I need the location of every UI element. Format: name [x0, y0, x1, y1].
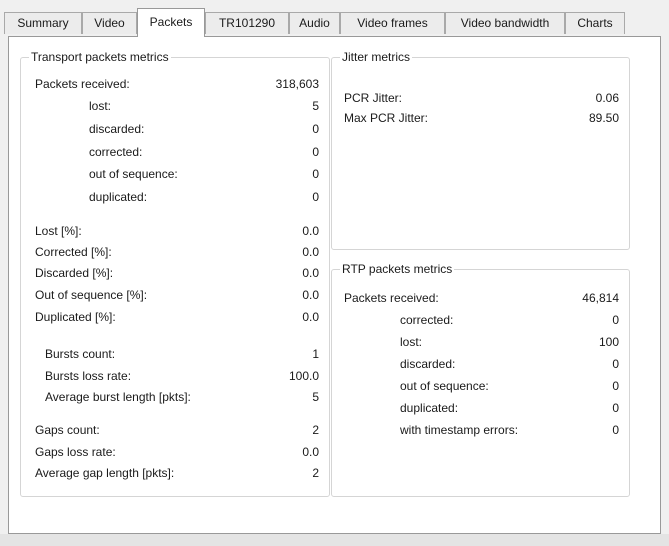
bottom-strip [0, 534, 669, 546]
duplicated-value: 0 [312, 190, 319, 204]
rtp-duplicated-value: 0 [612, 401, 619, 415]
rtp-packets-received-label: Packets received: [344, 291, 439, 305]
average-burst-length-label: Average burst length [pkts]: [45, 390, 191, 404]
duplicated-percent-label: Duplicated [%]: [35, 310, 116, 324]
pcr-jitter-label: PCR Jitter: [344, 91, 403, 105]
lost-value: 5 [312, 99, 319, 113]
tab-packets[interactable]: Packets [137, 8, 205, 37]
rtp-discarded-label: discarded: [400, 357, 456, 371]
rtp-timestamp-errors-label: with timestamp errors: [400, 423, 519, 437]
pcr-jitter-value: 0.06 [595, 91, 619, 105]
corrected-percent-label: Corrected [%]: [35, 245, 112, 259]
lost-percent-label: Lost [%]: [35, 224, 82, 238]
corrected-label: corrected: [89, 145, 143, 159]
jitter-metrics-group: Jitter metrics PCR Jitter: 0.06 Max PCR … [331, 50, 630, 250]
rtp-lost-value: 100 [598, 335, 619, 349]
average-burst-length-value: 5 [312, 390, 319, 404]
corrected-value: 0 [312, 145, 319, 159]
bursts-count-value: 1 [312, 347, 319, 361]
gaps-count-value: 2 [312, 423, 319, 437]
rtp-duplicated-label: duplicated: [400, 401, 459, 415]
tab-video-bandwidth[interactable]: Video bandwidth [445, 12, 565, 34]
rtp-metrics-group: RTP packets metrics Packets received: 46… [331, 262, 630, 497]
jitter-metrics-title: Jitter metrics [340, 50, 413, 65]
transport-metrics-title: Transport packets metrics [29, 50, 171, 65]
discarded-value: 0 [312, 122, 319, 136]
discarded-percent-value: 0.0 [302, 266, 319, 280]
rtp-discarded-value: 0 [612, 357, 619, 371]
duplicated-label: duplicated: [89, 190, 148, 204]
packets-received-value: 318,603 [275, 77, 319, 91]
rtp-out-of-sequence-label: out of sequence: [400, 379, 489, 393]
tab-audio[interactable]: Audio [289, 12, 340, 34]
gaps-loss-rate-label: Gaps loss rate: [35, 445, 116, 459]
tab-bar: Summary Video Packets TR101290 Audio Vid… [0, 0, 669, 37]
bursts-loss-rate-value: 100.0 [288, 369, 319, 383]
tab-summary[interactable]: Summary [4, 12, 82, 34]
out-of-sequence-value: 0 [312, 167, 319, 181]
rtp-packets-received-value: 46,814 [582, 291, 619, 305]
duplicated-percent-value: 0.0 [302, 310, 319, 324]
packets-received-label: Packets received: [35, 77, 130, 91]
out-of-sequence-percent-value: 0.0 [302, 288, 319, 302]
tab-video[interactable]: Video [82, 12, 137, 34]
rtp-lost-label: lost: [400, 335, 423, 349]
out-of-sequence-label: out of sequence: [89, 167, 178, 181]
rtp-timestamp-errors-value: 0 [612, 423, 619, 437]
discarded-label: discarded: [89, 122, 145, 136]
rtp-out-of-sequence-value: 0 [612, 379, 619, 393]
gaps-count-label: Gaps count: [35, 423, 100, 437]
rtp-corrected-value: 0 [612, 313, 619, 327]
rtp-corrected-label: corrected: [400, 313, 454, 327]
out-of-sequence-percent-label: Out of sequence [%]: [35, 288, 148, 302]
bursts-loss-rate-label: Bursts loss rate: [45, 369, 132, 383]
transport-metrics-group: Transport packets metrics Packets receiv… [20, 50, 330, 497]
average-gap-length-value: 2 [312, 466, 319, 480]
bursts-count-label: Bursts count: [45, 347, 116, 361]
max-pcr-jitter-label: Max PCR Jitter: [344, 111, 429, 125]
average-gap-length-label: Average gap length [pkts]: [35, 466, 175, 480]
rtp-metrics-title: RTP packets metrics [340, 262, 455, 277]
tab-charts[interactable]: Charts [565, 12, 625, 34]
lost-label: lost: [89, 99, 112, 113]
packets-panel: Transport packets metrics Packets receiv… [8, 36, 661, 534]
tab-video-frames[interactable]: Video frames [340, 12, 445, 34]
discarded-percent-label: Discarded [%]: [35, 266, 114, 280]
corrected-percent-value: 0.0 [302, 245, 319, 259]
max-pcr-jitter-value: 89.50 [588, 111, 619, 125]
tab-tr101290[interactable]: TR101290 [205, 12, 289, 34]
lost-percent-value: 0.0 [302, 224, 319, 238]
gaps-loss-rate-value: 0.0 [302, 445, 319, 459]
